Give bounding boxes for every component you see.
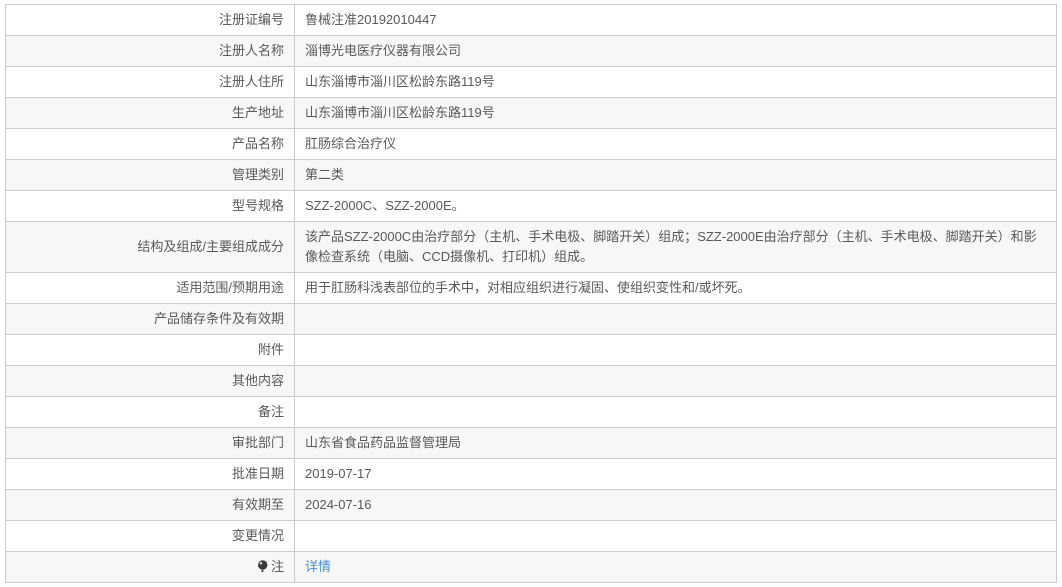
row-label: 产品名称	[231, 136, 284, 151]
row-label: 批准日期	[231, 466, 284, 481]
row-label-cell: 适用范围/预期用途	[5, 272, 295, 304]
table-row: 批准日期 2019-07-17	[5, 458, 1057, 490]
row-value: 淄博光电医疗仪器有限公司	[305, 43, 462, 58]
registration-table: 注册证编号 鲁械注准20192010447 注册人名称 淄博光电医疗仪器有限公司…	[5, 4, 1057, 583]
row-value-cell	[294, 365, 1057, 397]
table-row: 有效期至 2024-07-16	[5, 489, 1057, 521]
row-value-cell: 淄博光电医疗仪器有限公司	[294, 35, 1057, 67]
row-label-cell: 产品储存条件及有效期	[5, 303, 295, 335]
row-label: 注	[270, 559, 284, 574]
row-value-cell: 2024-07-16	[294, 489, 1057, 521]
row-label: 管理类别	[231, 167, 284, 182]
row-value: 2019-07-17	[305, 466, 372, 481]
table-row: 注册人住所 山东淄博市淄川区松龄东路119号	[5, 66, 1057, 98]
row-value-cell: 肛肠综合治疗仪	[294, 128, 1057, 160]
row-value: 山东省食品药品监督管理局	[305, 435, 462, 450]
row-value: 山东淄博市淄川区松龄东路119号	[305, 105, 495, 120]
row-value: SZZ-2000C、SZZ-2000E。	[305, 198, 465, 213]
row-value: 肛肠综合治疗仪	[305, 136, 397, 151]
table-row: 产品储存条件及有效期	[5, 303, 1057, 335]
note-balloon-icon	[257, 559, 269, 573]
table-row: 管理类别 第二类	[5, 159, 1057, 191]
row-value: 鲁械注准20192010447	[305, 12, 437, 27]
table-row: 变更情况	[5, 520, 1057, 552]
row-label: 注册证编号	[218, 12, 284, 27]
table-row: 结构及组成/主要组成成分 该产品SZZ-2000C由治疗部分（主机、手术电极、脚…	[5, 221, 1057, 273]
row-value-cell: 鲁械注准20192010447	[294, 4, 1057, 36]
row-value: 山东淄博市淄川区松龄东路119号	[305, 74, 495, 89]
row-value-cell	[294, 396, 1057, 428]
row-value-cell: 详情	[294, 551, 1057, 583]
row-label-cell: 变更情况	[5, 520, 295, 552]
row-value: 用于肛肠科浅表部位的手术中，对相应组织进行凝固、使组织变性和/或坏死。	[305, 280, 751, 295]
row-label-cell: 有效期至	[5, 489, 295, 521]
row-label-cell: 注册人名称	[5, 35, 295, 67]
table-row: 产品名称 肛肠综合治疗仪	[5, 128, 1057, 160]
row-label-cell: 其他内容	[5, 365, 295, 397]
row-label-cell: 生产地址	[5, 97, 295, 129]
row-value-cell: 第二类	[294, 159, 1057, 191]
row-label: 型号规格	[231, 198, 284, 213]
row-label: 变更情况	[231, 528, 284, 543]
row-value-cell	[294, 303, 1057, 335]
table-row: 生产地址 山东淄博市淄川区松龄东路119号	[5, 97, 1057, 129]
row-label: 有效期至	[231, 497, 284, 512]
table-row: 其他内容	[5, 365, 1057, 397]
row-label: 其他内容	[231, 373, 284, 388]
row-label-cell: 型号规格	[5, 190, 295, 222]
row-value-cell: 山东省食品药品监督管理局	[294, 427, 1057, 459]
row-value-cell: 山东淄博市淄川区松龄东路119号	[294, 97, 1057, 129]
row-label-cell: 注册人住所	[5, 66, 295, 98]
row-label: 结构及组成/主要组成成分	[137, 239, 284, 254]
row-label-cell: 注册证编号	[5, 4, 295, 36]
row-label: 注册人名称	[218, 43, 284, 58]
row-value-cell: 2019-07-17	[294, 458, 1057, 490]
table-row: 审批部门 山东省食品药品监督管理局	[5, 427, 1057, 459]
row-value-cell: 山东淄博市淄川区松龄东路119号	[294, 66, 1057, 98]
table-row: 注册人名称 淄博光电医疗仪器有限公司	[5, 35, 1057, 67]
table-row: 注册证编号 鲁械注准20192010447	[5, 4, 1057, 36]
row-value-cell: 该产品SZZ-2000C由治疗部分（主机、手术电极、脚踏开关）组成；SZZ-20…	[294, 221, 1057, 273]
row-label-cell: 产品名称	[5, 128, 295, 160]
row-label-cell: 注	[5, 551, 295, 583]
table-row: 备注	[5, 396, 1057, 428]
row-value-cell: 用于肛肠科浅表部位的手术中，对相应组织进行凝固、使组织变性和/或坏死。	[294, 272, 1057, 304]
table-row: 型号规格 SZZ-2000C、SZZ-2000E。	[5, 190, 1057, 222]
table-row: 注 详情	[5, 551, 1057, 583]
detail-link[interactable]: 详情	[305, 559, 331, 574]
row-label: 产品储存条件及有效期	[153, 311, 284, 326]
row-label-cell: 审批部门	[5, 427, 295, 459]
row-label: 生产地址	[231, 105, 284, 120]
table-row: 附件	[5, 334, 1057, 366]
row-label-cell: 批准日期	[5, 458, 295, 490]
row-label: 注册人住所	[218, 74, 284, 89]
row-label: 备注	[257, 404, 284, 419]
row-value: 该产品SZZ-2000C由治疗部分（主机、手术电极、脚踏开关）组成；SZZ-20…	[305, 229, 1037, 264]
registration-detail-page: 注册证编号 鲁械注准20192010447 注册人名称 淄博光电医疗仪器有限公司…	[0, 0, 1062, 587]
row-label: 适用范围/预期用途	[176, 280, 284, 295]
row-label: 附件	[257, 342, 284, 357]
row-label-cell: 结构及组成/主要组成成分	[5, 221, 295, 273]
row-value: 第二类	[305, 167, 345, 182]
row-value-cell	[294, 520, 1057, 552]
row-value-cell	[294, 334, 1057, 366]
table-row: 适用范围/预期用途 用于肛肠科浅表部位的手术中，对相应组织进行凝固、使组织变性和…	[5, 272, 1057, 304]
row-label-cell: 附件	[5, 334, 295, 366]
row-label: 审批部门	[231, 435, 284, 450]
row-value: 2024-07-16	[305, 497, 372, 512]
row-value-cell: SZZ-2000C、SZZ-2000E。	[294, 190, 1057, 222]
row-label-cell: 管理类别	[5, 159, 295, 191]
row-label-cell: 备注	[5, 396, 295, 428]
